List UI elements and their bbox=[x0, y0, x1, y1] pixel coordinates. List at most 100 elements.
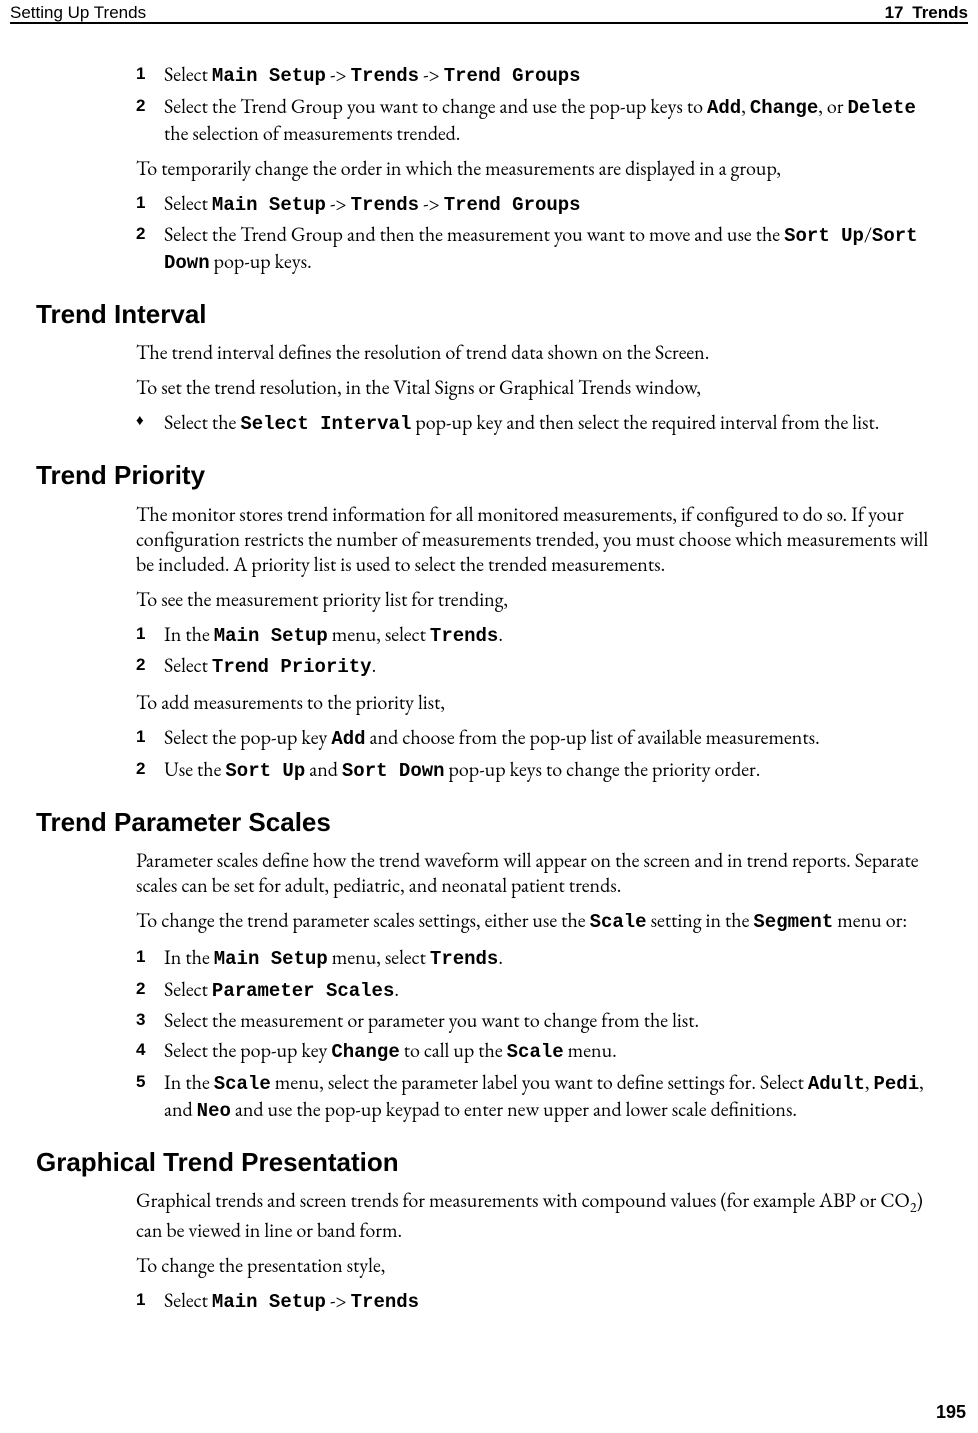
text: -> bbox=[326, 1287, 351, 1313]
step-number: 5 bbox=[136, 1070, 164, 1124]
step-text: Select Trend Priority. bbox=[164, 653, 942, 680]
content-area: 1 Select Main Setup -> Trends -> Trend G… bbox=[0, 28, 978, 1314]
menu-path: Main Setup bbox=[212, 65, 326, 87]
text: Use the bbox=[164, 756, 225, 782]
heading-trend-priority: Trend Priority bbox=[36, 459, 942, 492]
step-text: Select the pop-up key Change to call up … bbox=[164, 1038, 942, 1065]
text: menu or: bbox=[833, 907, 907, 933]
step-text: Select the measurement or parameter you … bbox=[164, 1008, 942, 1033]
heading-trend-parameter-scales: Trend Parameter Scales bbox=[36, 806, 942, 839]
list-item: ♦ Select the Select Interval pop-up key … bbox=[136, 410, 942, 437]
page: Setting Up Trends 17 Trends 1 Select Mai… bbox=[0, 0, 978, 1433]
text: and bbox=[305, 756, 342, 782]
text: Select bbox=[164, 1287, 212, 1313]
text: In the bbox=[164, 944, 214, 970]
text: -> bbox=[326, 61, 351, 87]
list-item: 3 Select the measurement or parameter yo… bbox=[136, 1008, 942, 1033]
step-number: 1 bbox=[136, 945, 164, 972]
text: Select bbox=[164, 61, 212, 87]
step-text: In the Main Setup menu, select Trends. bbox=[164, 945, 942, 972]
text: pop-up keys. bbox=[210, 248, 312, 274]
trend-groups-steps: 1 Select Main Setup -> Trends -> Trend G… bbox=[136, 62, 942, 146]
ui-key: Change bbox=[750, 97, 818, 119]
text: and choose from the pop-up list of avail… bbox=[366, 724, 820, 750]
text: . bbox=[372, 652, 377, 678]
text: pop-up key and then select the required … bbox=[411, 409, 879, 435]
bullet-text: Select the Select Interval pop-up key an… bbox=[164, 410, 942, 437]
paragraph: The trend interval defines the resolutio… bbox=[136, 340, 942, 365]
paragraph: To set the trend resolution, in the Vita… bbox=[136, 375, 942, 400]
paragraph: The monitor stores trend information for… bbox=[136, 502, 942, 577]
step-number: 1 bbox=[136, 1288, 164, 1315]
menu-name: Segment bbox=[753, 911, 833, 933]
menu-name: Parameter Scales bbox=[212, 980, 394, 1002]
text: the selection of measurements trended. bbox=[164, 120, 460, 146]
step-text: Select Main Setup -> Trends bbox=[164, 1288, 942, 1315]
menu-path: Trends bbox=[351, 65, 419, 87]
ui-key: Select Interval bbox=[240, 413, 411, 435]
text: to call up the bbox=[400, 1037, 507, 1063]
list-item: 2 Select Parameter Scales. bbox=[136, 977, 942, 1004]
subscript: 2 bbox=[910, 1199, 917, 1217]
paragraph: Graphical trends and screen trends for m… bbox=[136, 1188, 942, 1243]
graphical-steps: 1 Select Main Setup -> Trends bbox=[136, 1288, 942, 1315]
menu-path: Main Setup bbox=[212, 194, 326, 216]
step-number: 1 bbox=[136, 622, 164, 649]
priority-add-steps: 1 Select the pop-up key Add and choose f… bbox=[136, 725, 942, 784]
priority-view-steps: 1 In the Main Setup menu, select Trends.… bbox=[136, 622, 942, 681]
list-item: 4 Select the pop-up key Change to call u… bbox=[136, 1038, 942, 1065]
text: In the bbox=[164, 621, 214, 647]
running-head-left: Setting Up Trends bbox=[10, 2, 146, 23]
list-item: 5 In the Scale menu, select the paramete… bbox=[136, 1070, 942, 1124]
bullet-list: ♦ Select the Select Interval pop-up key … bbox=[136, 410, 942, 437]
ui-key: Add bbox=[331, 728, 365, 750]
text: and use the pop-up keypad to enter new u… bbox=[231, 1096, 797, 1122]
text: Select bbox=[164, 652, 212, 678]
text: / bbox=[864, 221, 872, 247]
chapter-name: Trends bbox=[912, 3, 968, 22]
menu-path: Trends bbox=[351, 194, 419, 216]
diamond-bullet-icon: ♦ bbox=[136, 410, 164, 437]
text: , bbox=[741, 93, 750, 119]
step-text: Select the Trend Group and then the meas… bbox=[164, 222, 942, 276]
step-number: 4 bbox=[136, 1038, 164, 1065]
paragraph: To temporarily change the order in which… bbox=[136, 156, 942, 181]
step-number: 2 bbox=[136, 94, 164, 146]
page-header: Setting Up Trends 17 Trends bbox=[0, 0, 978, 28]
paragraph: To see the measurement priority list for… bbox=[136, 587, 942, 612]
menu-path: Trends bbox=[351, 1291, 419, 1313]
list-item: 2 Select the Trend Group and then the me… bbox=[136, 222, 942, 276]
text: In the bbox=[164, 1069, 214, 1095]
menu-path: Trend Groups bbox=[444, 65, 581, 87]
menu-name: Main Setup bbox=[214, 948, 328, 970]
text: Select bbox=[164, 190, 212, 216]
text: menu. bbox=[564, 1037, 617, 1063]
step-text: Select Main Setup -> Trends -> Trend Gro… bbox=[164, 62, 942, 89]
text: -> bbox=[419, 190, 444, 216]
text: . bbox=[498, 621, 503, 647]
text: pop-up keys to change the priority order… bbox=[445, 756, 761, 782]
step-text: Select the pop-up key Add and choose fro… bbox=[164, 725, 942, 752]
list-item: 1 Select Main Setup -> Trends -> Trend G… bbox=[136, 62, 942, 89]
paragraph: Parameter scales define how the trend wa… bbox=[136, 848, 942, 898]
text: . bbox=[394, 976, 399, 1002]
text: setting in the bbox=[647, 907, 754, 933]
text: Graphical trends and screen trends for m… bbox=[136, 1187, 910, 1213]
ui-key: Sort Up bbox=[225, 760, 305, 782]
menu-name: Trends bbox=[430, 948, 498, 970]
step-number: 1 bbox=[136, 725, 164, 752]
step-number: 2 bbox=[136, 222, 164, 276]
paragraph: To change the trend parameter scales set… bbox=[136, 908, 942, 935]
paragraph: To add measurements to the priority list… bbox=[136, 690, 942, 715]
text: Select the Trend Group and then the meas… bbox=[164, 221, 784, 247]
step-number: 3 bbox=[136, 1008, 164, 1033]
list-item: 1 In the Main Setup menu, select Trends. bbox=[136, 945, 942, 972]
step-text: In the Main Setup menu, select Trends. bbox=[164, 622, 942, 649]
text: To change the trend parameter scales set… bbox=[136, 907, 590, 933]
text: Select the pop-up key bbox=[164, 1037, 331, 1063]
list-item: 1 Select the pop-up key Add and choose f… bbox=[136, 725, 942, 752]
running-head-right: 17 Trends bbox=[885, 2, 968, 23]
step-number: 2 bbox=[136, 757, 164, 784]
step-text: Select the Trend Group you want to chang… bbox=[164, 94, 942, 146]
text: menu, select bbox=[328, 944, 430, 970]
